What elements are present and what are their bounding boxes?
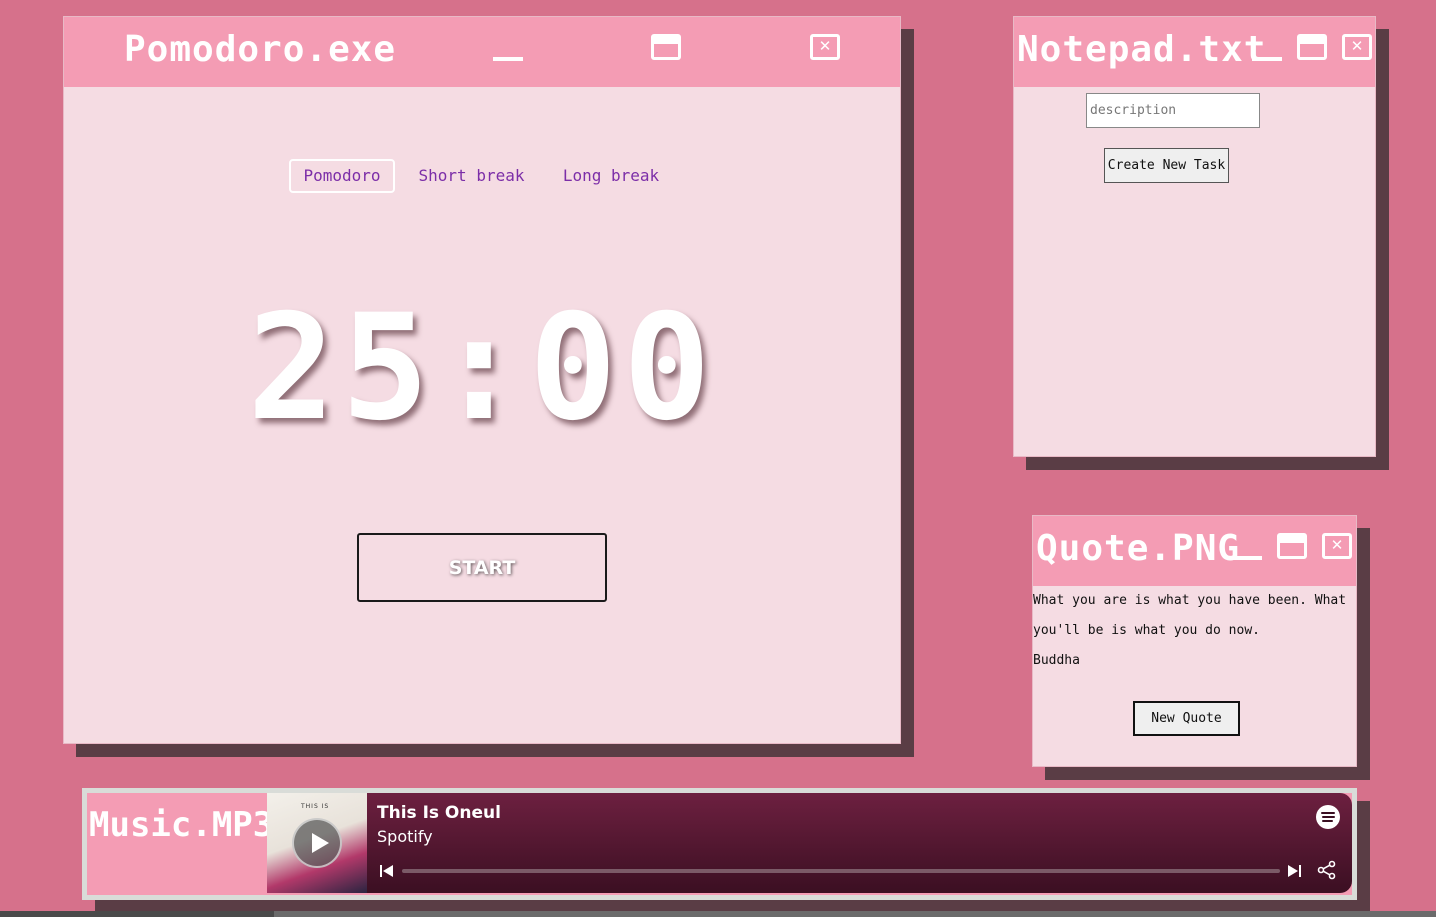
close-icon[interactable]: ✕ (810, 34, 840, 60)
progress-bar[interactable] (402, 869, 1280, 873)
cover-label: THIS IS (301, 803, 330, 810)
tab-short-break[interactable]: Short break (414, 159, 529, 193)
quote-titlebar[interactable]: Quote.PNG ✕ (1033, 516, 1356, 586)
tab-long-break[interactable]: Long break (558, 159, 664, 193)
track-artist[interactable]: Spotify (377, 827, 433, 846)
create-new-task-button[interactable]: Create New Task (1104, 148, 1229, 183)
music-window: Music.MP3 THIS IS This Is Oneul Spotify (82, 788, 1357, 900)
next-icon[interactable] (1288, 864, 1302, 878)
timer-display: 25:00 (247, 283, 717, 453)
share-icon[interactable] (1317, 860, 1337, 880)
quote-title: Quote.PNG (1036, 528, 1241, 569)
music-title: Music.MP3 (89, 805, 274, 845)
quote-text: What you are is what you have been. What… (1033, 593, 1347, 638)
start-button[interactable]: START (357, 533, 607, 602)
play-icon[interactable] (292, 818, 342, 868)
notepad-titlebar[interactable]: Notepad.txt ✕ (1014, 17, 1375, 87)
horizontal-scrollbar-thumb[interactable] (0, 911, 274, 917)
pomodoro-titlebar[interactable]: Pomodoro.exe ✕ (64, 17, 900, 87)
quote-author: Buddha (1033, 653, 1080, 668)
notepad-title: Notepad.txt (1017, 29, 1267, 70)
spotify-logo-icon[interactable] (1316, 805, 1340, 829)
tab-pomodoro[interactable]: Pomodoro (289, 159, 395, 193)
maximize-icon[interactable] (1277, 533, 1307, 559)
notepad-window: Notepad.txt ✕ Create New Task (1013, 16, 1376, 457)
close-icon[interactable]: ✕ (1342, 34, 1372, 60)
minimize-icon[interactable] (1252, 57, 1282, 61)
quote-window: Quote.PNG ✕ What you are is what you hav… (1032, 515, 1357, 767)
track-title[interactable]: This Is Oneul (377, 803, 501, 823)
minimize-icon[interactable] (1232, 556, 1262, 560)
pomodoro-window: Pomodoro.exe ✕ Pomodoro Short break Long… (63, 16, 901, 744)
new-quote-button[interactable]: New Quote (1133, 701, 1240, 736)
maximize-icon[interactable] (1297, 34, 1327, 60)
maximize-icon[interactable] (651, 34, 681, 60)
minimize-icon[interactable] (493, 57, 523, 61)
close-icon[interactable]: ✕ (1322, 533, 1352, 559)
pomodoro-title: Pomodoro.exe (124, 29, 397, 70)
previous-icon[interactable] (380, 864, 394, 878)
album-cover: THIS IS (267, 793, 367, 893)
description-input[interactable] (1086, 93, 1260, 128)
spotify-embed-player[interactable]: THIS IS This Is Oneul Spotify (267, 793, 1352, 893)
